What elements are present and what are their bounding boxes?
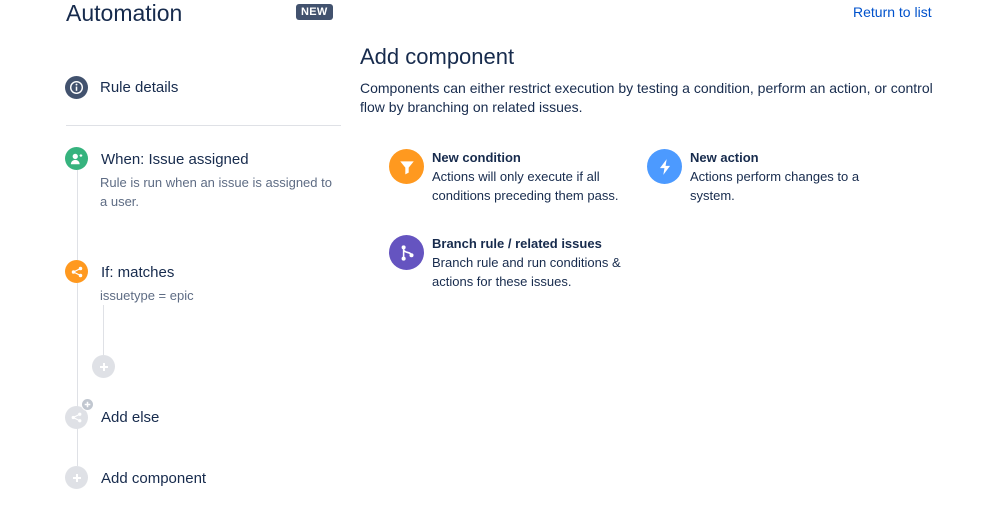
branch-icon — [389, 235, 424, 270]
trigger-title: When: Issue assigned — [101, 151, 249, 168]
small-plus-icon — [81, 398, 94, 411]
branch-icon — [65, 260, 88, 283]
rule-details-label: Rule details — [100, 79, 179, 96]
new-action-option[interactable]: New action Actions perform changes to a … — [647, 149, 887, 205]
plus-icon — [99, 362, 108, 371]
user-assigned-icon — [65, 147, 88, 170]
option-description: Actions will only execute if all conditi… — [432, 169, 619, 203]
condition-step[interactable]: If: matches issuetype = epic — [65, 260, 340, 305]
add-component-label: Add component — [101, 470, 207, 487]
condition-description: issuetype = epic — [100, 288, 194, 303]
page-description: Components can either restrict execution… — [360, 80, 933, 115]
page-title: Add component — [360, 44, 515, 69]
add-else-label: Add else — [101, 409, 160, 426]
trigger-step[interactable]: When: Issue assigned Rule is run when an… — [65, 147, 340, 217]
info-icon — [65, 76, 88, 99]
rule-details-item[interactable]: Rule details — [65, 76, 265, 102]
plus-icon — [65, 466, 88, 489]
add-else-item[interactable]: Add else — [65, 398, 265, 432]
add-component-item[interactable]: Add component — [65, 466, 265, 492]
lightning-icon — [647, 149, 682, 184]
sidebar-divider — [66, 125, 341, 126]
trigger-description: Rule is run when an issue is assigned to… — [100, 175, 332, 209]
option-title: New action — [690, 150, 759, 165]
return-to-list-link[interactable]: Return to list — [853, 4, 932, 20]
branch-rule-option[interactable]: Branch rule / related issues Branch rule… — [389, 235, 639, 291]
new-condition-option[interactable]: New condition Actions will only execute … — [389, 149, 629, 205]
option-description: Branch rule and run conditions & actions… — [432, 255, 621, 289]
option-title: Branch rule / related issues — [432, 236, 602, 251]
option-description: Actions perform changes to a system. — [690, 169, 860, 203]
add-nested-component-button[interactable] — [92, 355, 115, 378]
sidebar: Rule details When: Issue assigned Rule i… — [0, 0, 345, 517]
condition-title: If: matches — [101, 264, 175, 281]
filter-icon — [389, 149, 424, 184]
branch-connector — [103, 305, 104, 355]
option-title: New condition — [432, 150, 521, 165]
